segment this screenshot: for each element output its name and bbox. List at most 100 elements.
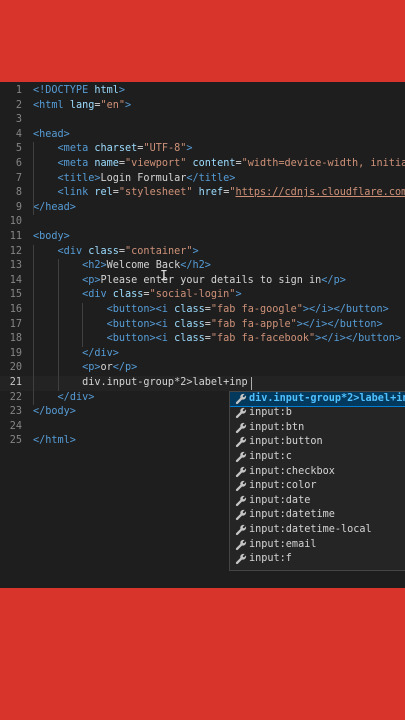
code-token: >: [125, 99, 132, 111]
code-editor[interactable]: 1 <!DOCTYPE html> 2 <html lang="en"> 3 4 <head…: [0, 82, 405, 588]
code-line[interactable]: 17 <button><i class="fab fa-apple"></i><…: [0, 318, 405, 333]
code-token: rel: [94, 187, 113, 199]
code-line[interactable]: 7 <title>Login Formular</title>: [0, 172, 405, 187]
suggestion-item[interactable]: input:datetime-local: [230, 523, 405, 538]
code-line[interactable]: 14 <p>Please enter your details to sign …: [0, 274, 405, 289]
code-text: <button><i class="fab fa-facebook"></i><…: [33, 332, 401, 347]
wrench-icon: [235, 524, 247, 536]
line-number: 20: [9, 362, 22, 374]
suggestion-item[interactable]: input:b: [230, 406, 405, 421]
suggestion-item[interactable]: input:btn: [230, 421, 405, 436]
code-token: <body>: [33, 231, 70, 242]
indent-guide: [57, 259, 59, 391]
indent-guide: [33, 142, 34, 216]
code-line[interactable]: 4 <head>: [0, 128, 405, 143]
code-line[interactable]: 21 div.input-group*2>label+inp: [0, 376, 405, 391]
code-token: >: [235, 289, 242, 301]
code-token: div.input-group*2>label+inp: [33, 377, 248, 388]
code-token: class: [88, 245, 119, 257]
code-text: </body>: [33, 405, 76, 420]
code-token: "fab fa-facebook": [210, 333, 316, 345]
line-number: 18: [9, 333, 22, 345]
line-number: 10: [9, 216, 22, 228]
code-token: <link: [57, 187, 95, 199]
suggestion-item[interactable]: input:checkbox: [230, 465, 405, 480]
code-token: "fab fa-apple": [210, 318, 297, 330]
code-token: </div>: [82, 347, 119, 359]
code-text: </div>: [33, 391, 95, 406]
code-token: class: [174, 318, 205, 330]
code-line[interactable]: 16 <button><i class="fab fa-google"></i>…: [0, 303, 405, 318]
code-token: </h2>: [180, 260, 211, 272]
suggestion-item[interactable]: input:button: [230, 435, 405, 450]
code-token: Login Formular: [100, 172, 187, 184]
code-text: <h2>Welcome Back</h2>: [33, 259, 211, 274]
code-text: div.input-group*2>label+inp: [33, 376, 248, 391]
suggestion-label: input:f: [249, 553, 292, 565]
wrench-icon: [235, 422, 247, 434]
suggestion-item[interactable]: input:date: [230, 494, 405, 509]
wrench-icon: [235, 451, 247, 463]
code-text: <head>: [33, 128, 70, 143]
code-token: </head>: [33, 201, 76, 213]
code-text: <button><i class="fab fa-apple"></i></bu…: [33, 318, 383, 333]
code-token: "UTF-8": [143, 143, 187, 155]
code-line[interactable]: 3: [0, 113, 405, 128]
code-token: "width=device-width, initial-: [241, 158, 405, 169]
line-number: 1: [15, 85, 22, 96]
code-line[interactable]: 1 <!DOCTYPE html>: [0, 84, 405, 99]
code-text: <!DOCTYPE html>: [33, 84, 125, 99]
code-line[interactable]: 19 </div>: [0, 347, 405, 362]
wrench-icon: [235, 480, 247, 492]
wrench-icon: [235, 407, 247, 419]
code-line[interactable]: 11 <body>: [0, 230, 405, 245]
code-line[interactable]: 8 <link rel="stylesheet" href="https://c…: [0, 186, 405, 201]
suggestion-item[interactable]: input:email: [230, 538, 405, 553]
code-line[interactable]: 13 <h2>Welcome Back</h2>: [0, 259, 405, 274]
suggestion-item[interactable]: input:f: [230, 552, 405, 567]
suggestion-item[interactable]: input:datetime: [230, 508, 405, 523]
code-line[interactable]: 12 <div class="container">: [0, 245, 405, 260]
code-token: "container": [125, 245, 193, 257]
code-text: <body>: [33, 230, 70, 245]
code-token: <!DOCTYPE: [33, 85, 95, 96]
code-token: <html: [33, 99, 70, 111]
code-text: <html lang="en">: [33, 99, 131, 114]
code-line[interactable]: 2 <html lang="en">: [0, 99, 405, 114]
line-number: 22: [9, 391, 22, 403]
code-token: charset: [94, 143, 138, 155]
line-number: 24: [9, 420, 22, 432]
suggestion-item[interactable]: div.input-group*2>label+inp: [230, 391, 405, 408]
code-token: <p>: [82, 274, 101, 286]
code-token: "fab fa-google": [210, 304, 303, 315]
code-token: <p>: [82, 362, 101, 374]
code-token: ></i></button>: [296, 318, 383, 330]
line-number: 6: [15, 158, 22, 169]
code-line[interactable]: 20 <p>or</p>: [0, 361, 405, 376]
suggestion-list[interactable]: div.input-group*2>label+inp input:b input:…: [229, 390, 405, 571]
suggestion-label: input:btn: [249, 421, 305, 433]
code-line[interactable]: 9 </head>: [0, 201, 405, 216]
code-line[interactable]: 6 <meta name="viewport" content="width=d…: [0, 157, 405, 172]
code-text: <link rel="stylesheet" href="https://cdn…: [33, 186, 405, 201]
code-token: content: [192, 158, 236, 169]
code-token: >: [192, 245, 199, 257]
line-number: 5: [15, 143, 22, 155]
suggestion-label: input:date: [249, 494, 311, 506]
line-number: 14: [9, 274, 22, 286]
suggestion-label: input:email: [249, 538, 317, 550]
code-line[interactable]: 5 <meta charset="UTF-8">: [0, 142, 405, 157]
suggestion-item[interactable]: input:color: [230, 479, 405, 494]
code-line[interactable]: 15 <div class="social-login">: [0, 288, 405, 303]
code-line[interactable]: 10: [0, 215, 405, 230]
code-text: <meta name="viewport" content="width=dev…: [33, 157, 405, 172]
suggestion-label: input:button: [249, 436, 323, 448]
line-number: 9: [15, 201, 22, 213]
code-line[interactable]: 18 <button><i class="fab fa-facebook"></…: [0, 332, 405, 347]
code-text: <button><i class="fab fa-google"></i></b…: [33, 303, 389, 318]
suggestion-item[interactable]: input:c: [230, 450, 405, 465]
